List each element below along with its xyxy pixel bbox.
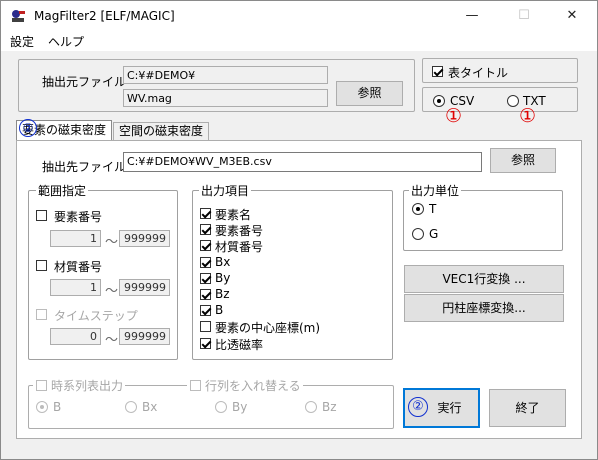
- output-item-label: Bx: [215, 254, 231, 269]
- series-bx-radio[interactable]: [125, 401, 137, 413]
- series-b-radio[interactable]: [36, 401, 48, 413]
- material-from-field[interactable]: 1: [50, 279, 101, 296]
- annotation-circle-2-text: ②: [412, 399, 424, 414]
- maximize-button[interactable]: ☐: [509, 6, 539, 26]
- series-bx-label: Bx: [142, 400, 158, 414]
- timestep-checkbox[interactable]: [36, 309, 47, 320]
- range-separator: ～: [105, 284, 119, 299]
- csv-radio[interactable]: [433, 95, 445, 107]
- annotation-circle-2: ②: [19, 119, 37, 137]
- app-icon: [12, 10, 25, 22]
- output-items-title: 出力項目: [199, 182, 252, 199]
- output-item-checkbox[interactable]: [200, 224, 211, 236]
- annotation-circle-1: ①: [519, 105, 537, 127]
- window-title: MagFilter2 [ELF/MAGIC]: [34, 9, 175, 23]
- swap-rows-checkbox[interactable]: [190, 380, 201, 391]
- timeseries-label: 時系列表出力: [51, 379, 124, 393]
- cylindrical-convert-button[interactable]: 円柱座標変換...: [404, 294, 564, 322]
- output-item-checkbox[interactable]: [200, 305, 211, 317]
- exit-button[interactable]: 終了: [489, 389, 566, 427]
- txt-radio[interactable]: [507, 95, 519, 107]
- unit-g-radio[interactable]: [412, 228, 424, 240]
- output-item-checkbox[interactable]: [200, 240, 211, 252]
- material-number-label: 材質番号: [54, 260, 103, 274]
- timestep-label: タイムステップ: [54, 309, 138, 323]
- header-title-label: 表タイトル: [448, 66, 509, 80]
- minimize-button[interactable]: —: [457, 6, 487, 26]
- timestep-from-field[interactable]: 0: [50, 328, 101, 345]
- range-group-title: 範囲指定: [36, 182, 89, 199]
- range-separator: ～: [105, 235, 119, 250]
- vec-convert-button[interactable]: VEC1行変換 ...: [404, 265, 564, 293]
- dest-file-input[interactable]: C:¥#DEMO¥WV_M3EB.csv: [123, 152, 482, 172]
- source-file-label: 抽出元ファイル: [42, 75, 127, 89]
- timeseries-checkbox[interactable]: [36, 380, 47, 391]
- output-item-checkbox[interactable]: [200, 208, 211, 219]
- run-button-label: 実行: [437, 401, 462, 415]
- element-number-label: 要素番号: [54, 210, 103, 224]
- output-item-label: 材質番号: [215, 240, 264, 255]
- range-separator: ～: [105, 333, 119, 348]
- series-bz-label: Bz: [322, 400, 337, 414]
- tab-space-flux-label: 空間の磁束密度: [118, 124, 203, 138]
- unit-t-radio[interactable]: [412, 203, 424, 215]
- output-item-checkbox[interactable]: [200, 256, 211, 268]
- swap-legend: 行列を入れ替える: [187, 377, 303, 394]
- tab-space-flux[interactable]: 空間の磁束密度: [113, 122, 209, 141]
- menu-bar: 設定 ヘルプ: [1, 31, 597, 51]
- series-b-label: B: [53, 400, 62, 414]
- unit-g-label: G: [429, 227, 439, 241]
- annotation-circle-1: ①: [445, 105, 463, 127]
- output-item-label: 要素番号: [215, 224, 264, 239]
- output-item-label: By: [215, 270, 231, 285]
- title-bar: MagFilter2 [ELF/MAGIC] — ☐ ✕: [1, 1, 597, 31]
- menu-help[interactable]: ヘルプ: [48, 33, 84, 50]
- output-item-label: Bz: [215, 287, 230, 301]
- output-item-checkbox[interactable]: [200, 272, 211, 284]
- output-item-label: 比透磁率: [215, 337, 264, 352]
- swap-label: 行列を入れ替える: [205, 379, 301, 393]
- output-item-checkbox[interactable]: [200, 289, 211, 300]
- source-browse-button[interactable]: 参照: [336, 81, 403, 106]
- output-item-checkbox[interactable]: [200, 321, 211, 333]
- element-from-field[interactable]: 1: [50, 230, 101, 247]
- annotation-circle-2-text: ②: [22, 121, 34, 135]
- unit-group-title: 出力単位: [409, 182, 462, 199]
- unit-group: [403, 190, 563, 251]
- dest-file-label: 抽出先ファイル: [42, 160, 127, 174]
- material-to-field[interactable]: 999999: [119, 279, 170, 296]
- annotation-circle-2: ②: [408, 397, 428, 417]
- element-number-checkbox[interactable]: [36, 210, 47, 221]
- header-title-checkbox[interactable]: [432, 66, 443, 77]
- dest-browse-button[interactable]: 参照: [490, 148, 556, 173]
- series-by-label: By: [232, 400, 248, 414]
- source-path-field: C:¥#DEMO¥: [123, 66, 328, 84]
- series-by-radio[interactable]: [215, 401, 227, 413]
- output-item-label: B: [215, 303, 224, 318]
- element-to-field[interactable]: 999999: [119, 230, 170, 247]
- source-file-field: WV.mag: [123, 89, 328, 107]
- output-item-label: 要素の中心座標(m): [215, 321, 321, 336]
- close-button[interactable]: ✕: [557, 6, 587, 26]
- timestep-to-field[interactable]: 999999: [119, 328, 170, 345]
- material-number-checkbox[interactable]: [36, 260, 47, 271]
- main-window: MagFilter2 [ELF/MAGIC] — ☐ ✕ 設定 ヘルプ 抽出元フ…: [0, 0, 598, 460]
- menu-settings[interactable]: 設定: [10, 33, 34, 50]
- series-bz-radio[interactable]: [305, 401, 317, 413]
- output-item-label: 要素名: [215, 208, 252, 222]
- output-item-checkbox[interactable]: [200, 337, 211, 349]
- unit-t-label: T: [429, 202, 437, 216]
